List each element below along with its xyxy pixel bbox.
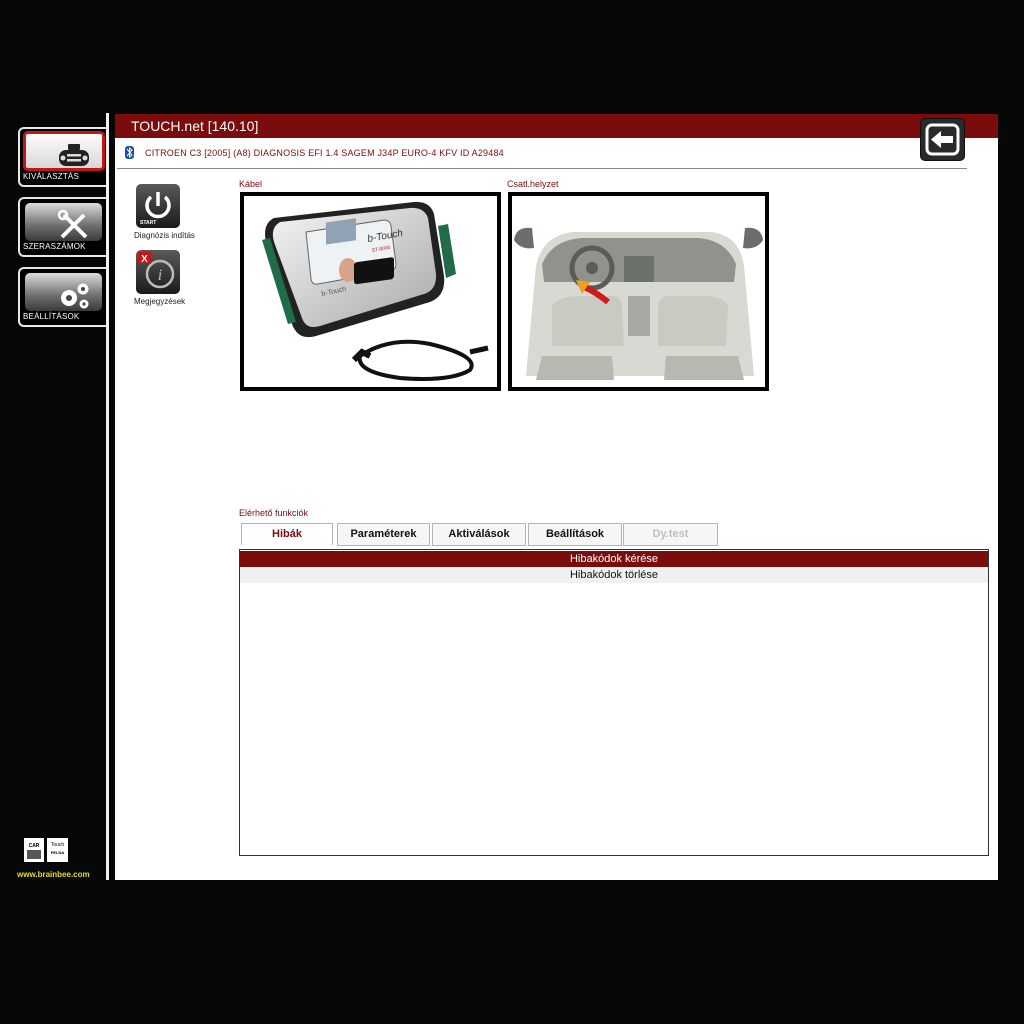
connector-position-image	[508, 192, 769, 391]
notes-badge: X	[141, 254, 148, 265]
sidebar-item-label: KIVÁLASZTÁS	[23, 172, 79, 181]
logo-car-text: CAR	[29, 843, 40, 849]
sidebar-item-plate	[23, 131, 105, 171]
sidebar-item-label: BEÁLLÍTÁSOK	[23, 312, 80, 321]
notes-info-icon: i X	[138, 252, 175, 289]
tools-icon	[57, 209, 88, 239]
gears-icon	[61, 283, 89, 309]
bluetooth-icon	[125, 146, 134, 159]
logo-sub-text: PELNA	[51, 850, 65, 855]
sidebar-item-selection[interactable]: KIVÁLASZTÁS	[18, 127, 106, 187]
exit-icon	[925, 123, 960, 156]
list-item-clear-codes[interactable]: Hibakódok törlése	[240, 567, 988, 583]
sidebar-item-tools[interactable]: SZERASZÁMOK	[18, 197, 106, 257]
app-title: TOUCH.net [140.10]	[131, 118, 259, 134]
diagnostic-device-icon: b-Touch ST-9000 b-Touch	[262, 201, 489, 381]
tab-dytest: Dy.test	[623, 523, 718, 546]
start-diagnosis-label: Diagnózis indítás	[134, 231, 195, 240]
header-divider	[117, 168, 967, 169]
svg-text:i: i	[158, 267, 162, 284]
tab-settings[interactable]: Beállítások	[528, 523, 622, 546]
tab-parameters[interactable]: Paraméterek	[337, 523, 430, 546]
brand-logos: CAR Touch PELNA	[24, 838, 68, 862]
notes-label: Megjegyzések	[134, 297, 186, 306]
sidebar-item-plate	[25, 273, 102, 311]
position-caption: Csatl.helyzet	[507, 179, 559, 189]
start-badge: START	[140, 220, 156, 226]
sidebar-item-label: SZERASZÁMOK	[23, 242, 86, 251]
functions-caption: Elérhető funkciók	[239, 508, 309, 518]
function-list[interactable]	[239, 549, 989, 856]
sidebar-divider	[106, 113, 109, 880]
cable-image: b-Touch ST-9000 b-Touch	[240, 192, 501, 391]
tab-errors[interactable]: Hibák	[241, 523, 333, 546]
website-link[interactable]: www.brainbee.com	[17, 870, 90, 879]
car-interior-icon	[512, 196, 765, 387]
start-diagnosis-button[interactable]: START	[136, 184, 180, 228]
cable-caption: Kábel	[239, 179, 263, 189]
sidebar-item-plate	[25, 203, 102, 241]
tab-activations[interactable]: Aktiválások	[432, 523, 526, 546]
obd-connector-icon	[59, 144, 89, 166]
notes-button[interactable]: i X	[136, 250, 180, 294]
exit-button[interactable]	[920, 118, 965, 161]
power-start-icon: START	[140, 192, 171, 226]
logo-touch-text: Touch	[51, 842, 65, 848]
sidebar-item-settings[interactable]: BEÁLLÍTÁSOK	[18, 267, 106, 327]
list-item-read-codes[interactable]: Hibakódok kérése	[240, 551, 988, 567]
vehicle-info: CITROEN C3 [2005] (A8) DIAGNOSIS EFI 1.4…	[145, 148, 504, 158]
